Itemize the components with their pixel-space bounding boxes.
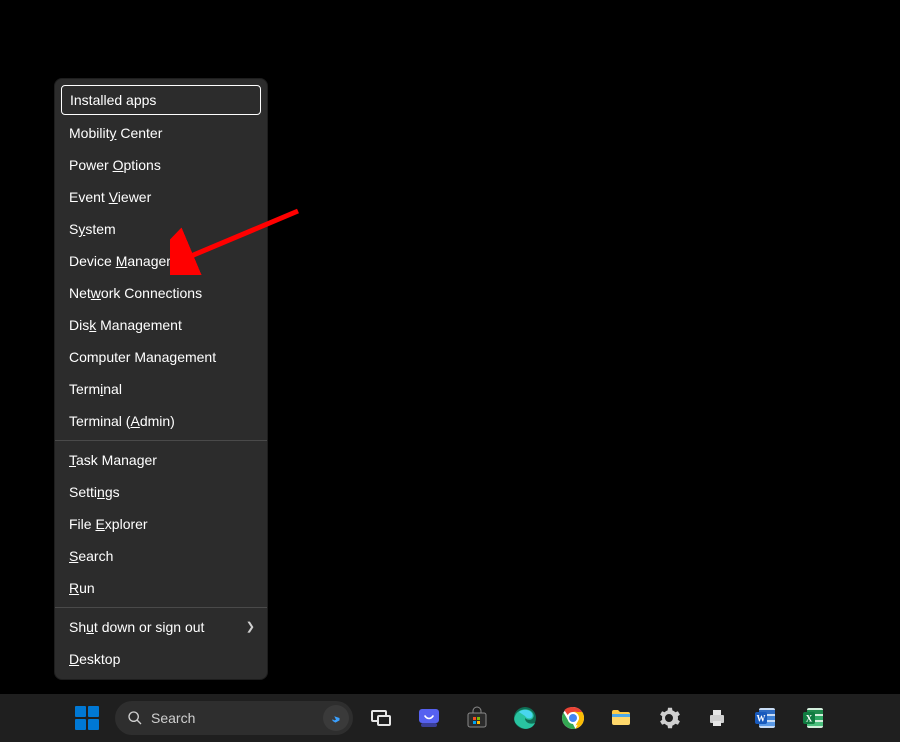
printer-button[interactable] [697,698,737,738]
menu-item-pre: Computer Mana [69,349,169,365]
search-icon [127,710,143,726]
menu-item-computer-management[interactable]: Computer Management [55,341,267,373]
task-view-icon [369,706,393,730]
menu-item-accel: M [116,253,128,269]
gear-icon [657,706,681,730]
menu-item-event-viewer[interactable]: Event Viewer [55,181,267,213]
svg-text:W: W [757,714,766,724]
menu-item-post: xplorer [105,516,148,532]
printer-icon [705,706,729,730]
edge-icon [513,706,537,730]
menu-item-post: dmin) [140,413,175,429]
menu-item-post: un [79,580,95,596]
menu-item-settings[interactable]: Settings [55,476,267,508]
menu-item-post: nal [103,381,122,397]
start-button[interactable] [67,698,107,738]
svg-text:X: X [806,714,813,724]
menu-item-terminal-admin[interactable]: Terminal (Admin) [55,405,267,437]
menu-item-post: Installed apps [70,92,156,108]
taskbar-search[interactable]: Search [115,701,353,735]
menu-item-accel: u [86,619,94,635]
menu-item-accel: V [109,189,118,205]
menu-item-post: ask Manager [76,452,157,468]
chrome-icon [561,706,585,730]
chat-button[interactable] [409,698,449,738]
menu-item-installed-apps[interactable]: Installed apps [61,85,261,115]
bing-icon[interactable] [323,705,349,731]
menu-item-run[interactable]: Run [55,572,267,604]
task-view-button[interactable] [361,698,401,738]
store-icon [465,706,489,730]
menu-item-pre: Terminal ( [69,413,130,429]
excel-icon: X [801,706,825,730]
excel-button[interactable]: X [793,698,833,738]
menu-item-pre: Dis [69,317,89,333]
menu-item-terminal[interactable]: Terminal [55,373,267,405]
chat-icon [417,706,441,730]
menu-item-accel: A [130,413,139,429]
folder-icon [609,706,633,730]
chrome-button[interactable] [553,698,593,738]
taskbar-search-label: Search [151,710,315,726]
menu-item-system[interactable]: System [55,213,267,245]
menu-item-search[interactable]: Search [55,540,267,572]
menu-item-task-manager[interactable]: Task Manager [55,444,267,476]
taskbar[interactable]: Search [0,694,900,742]
menu-item-pre: Net [69,285,91,301]
menu-item-pre: Sh [69,619,86,635]
menu-item-pre: S [69,221,78,237]
menu-item-accel: D [69,651,79,667]
winx-context-menu[interactable]: Installed apps Mobility Center Power Opt… [54,78,268,680]
menu-separator [55,440,267,441]
menu-item-accel: E [95,516,104,532]
menu-item-accel: T [69,452,76,468]
menu-item-power-options[interactable]: Power Options [55,149,267,181]
menu-item-desktop[interactable]: Desktop [55,643,267,675]
menu-item-pre: Term [69,381,100,397]
menu-item-pre: File [69,516,95,532]
menu-item-pre: Device [69,253,116,269]
menu-item-pre: Setti [69,484,97,500]
menu-item-post: ement [177,349,216,365]
menu-item-disk-management[interactable]: Disk Management [55,309,267,341]
menu-item-network-connections[interactable]: Network Connections [55,277,267,309]
file-explorer-button[interactable] [601,698,641,738]
menu-item-accel: n [97,484,105,500]
menu-item-post: anager [127,253,171,269]
menu-separator [55,607,267,608]
menu-item-post: stem [85,221,115,237]
taskbar-center: Search [67,698,833,738]
menu-item-post: gs [105,484,120,500]
settings-button[interactable] [649,698,689,738]
menu-item-post: ork Connections [101,285,202,301]
menu-item-shutdown-signout[interactable]: Shut down or sign out ❯ [55,611,267,643]
menu-item-mobility-center[interactable]: Mobility Center [55,117,267,149]
windows-logo-icon [75,706,99,730]
menu-item-post: Center [116,125,162,141]
menu-item-post: t down or sign out [94,619,205,635]
menu-item-post: iewer [118,189,151,205]
word-button[interactable]: W [745,698,785,738]
menu-item-pre: Mobilit [69,125,109,141]
menu-item-post: esktop [79,651,120,667]
chevron-right-icon: ❯ [246,618,255,636]
menu-item-file-explorer[interactable]: File Explorer [55,508,267,540]
word-icon: W [753,706,777,730]
menu-item-post: ptions [123,157,160,173]
menu-item-accel: O [113,157,124,173]
menu-item-accel: w [91,285,101,301]
menu-item-pre: Power [69,157,113,173]
edge-button[interactable] [505,698,545,738]
menu-item-pre: Event [69,189,109,205]
menu-item-accel: S [69,548,78,564]
microsoft-store-button[interactable] [457,698,497,738]
menu-item-accel: R [69,580,79,596]
menu-item-post: earch [78,548,113,564]
menu-item-device-manager[interactable]: Device Manager [55,245,267,277]
menu-item-post: Management [96,317,182,333]
